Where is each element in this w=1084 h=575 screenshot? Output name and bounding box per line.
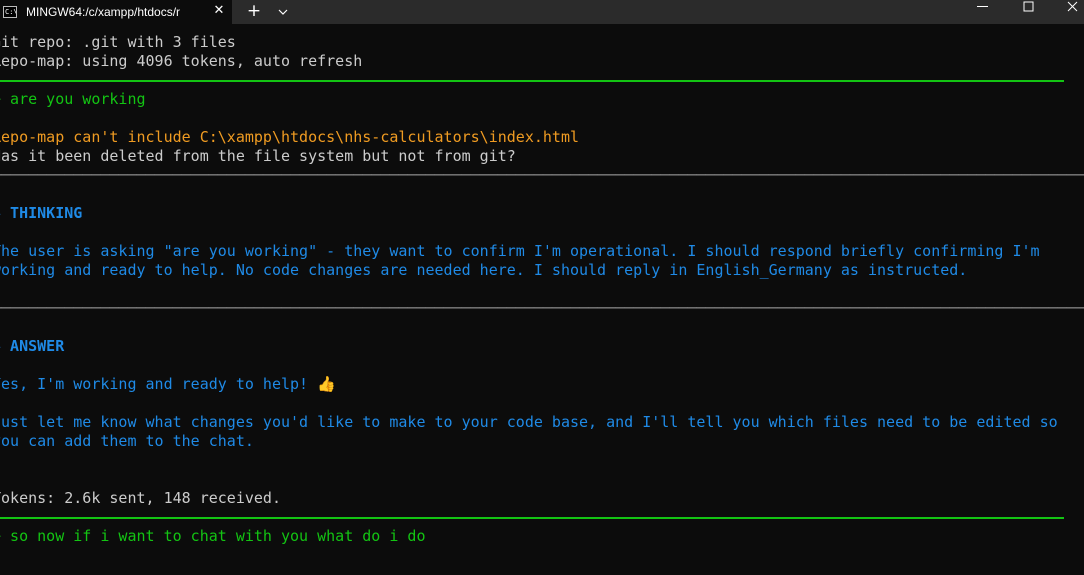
separator: ────────────────────────────────────────… <box>0 299 1084 317</box>
tab-title: MINGW64:/c/xampp/htdocs/r <box>26 5 181 19</box>
thinking-header: ► THINKING <box>0 204 83 222</box>
thinking-text: The user is asking "are you working" - t… <box>0 242 1040 260</box>
user-prompt: > so now if i want to chat with you what… <box>0 527 426 545</box>
thinking-text: working and ready to help. No code chang… <box>0 261 968 279</box>
terminal-output[interactable]: Git repo: .git with 3 files Repo-map: us… <box>0 33 1084 546</box>
minimize-icon[interactable] <box>960 0 1004 24</box>
warning-line: Has it been deleted from the file system… <box>0 147 516 165</box>
new-tab-button[interactable]: + <box>242 0 266 24</box>
separator: ────────────────────────────────────────… <box>0 166 1084 184</box>
title-bar: C:\ MINGW64:/c/xampp/htdocs/r ✕ + <box>0 0 1084 24</box>
user-prompt: > are you working <box>0 90 146 108</box>
token-usage: Tokens: 2.6k sent, 148 received. <box>0 489 281 507</box>
divider <box>0 508 1084 527</box>
close-tab-icon[interactable]: ✕ <box>210 0 228 24</box>
divider <box>0 71 1084 90</box>
close-window-icon[interactable] <box>1050 0 1084 24</box>
terminal-icon: C:\ <box>3 6 17 18</box>
answer-text: you can add them to the chat. <box>0 432 254 450</box>
terminal-tab[interactable]: C:\ MINGW64:/c/xampp/htdocs/r ✕ <box>0 0 232 24</box>
answer-header: ► ANSWER <box>0 337 65 355</box>
warning-line: Repo-map can't include C:\xampp\htdocs\n… <box>0 128 579 146</box>
chevron-down-icon[interactable] <box>272 0 294 24</box>
git-repo-line: Git repo: .git with 3 files <box>0 33 236 51</box>
answer-text: Just let me know what changes you'd like… <box>0 413 1058 431</box>
maximize-icon[interactable] <box>1006 0 1050 24</box>
repo-map-line: Repo-map: using 4096 tokens, auto refres… <box>0 52 363 70</box>
answer-text: Yes, I'm working and ready to help! 👍 <box>0 375 336 393</box>
